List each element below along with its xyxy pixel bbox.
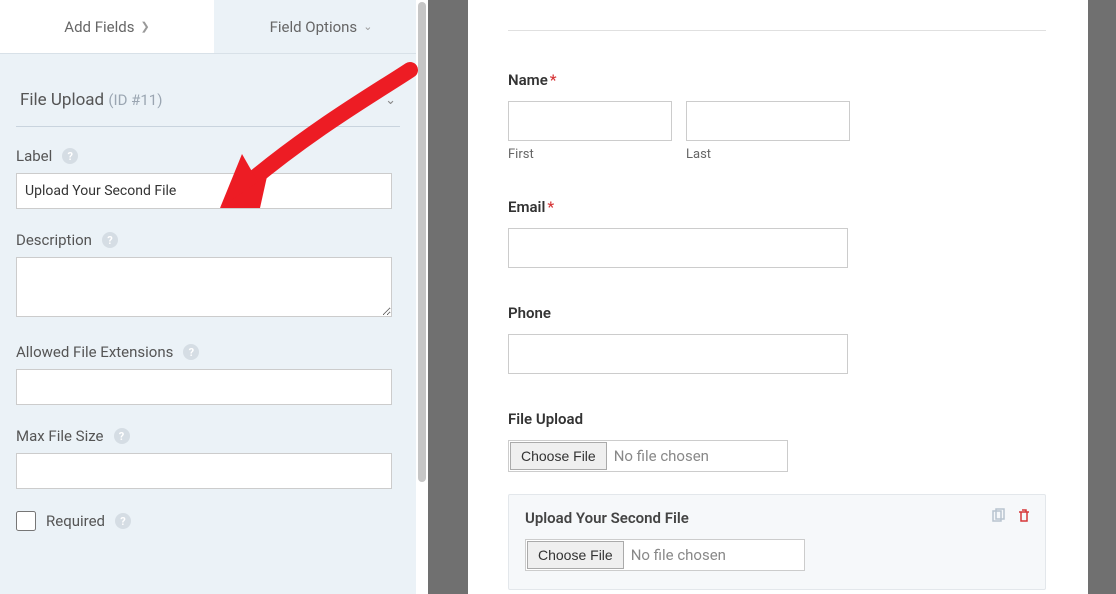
- name-label-text: Name: [508, 71, 548, 89]
- tab-add-fields-label: Add Fields: [64, 18, 134, 36]
- section-header[interactable]: File Upload (ID #11) ⌄: [16, 54, 400, 127]
- email-input[interactable]: [508, 228, 848, 268]
- field-name: Name* First Last: [508, 71, 1046, 162]
- help-icon[interactable]: ?: [183, 344, 199, 360]
- choose-file-button[interactable]: Choose File: [510, 442, 607, 470]
- first-sublabel: First: [508, 147, 672, 162]
- top-divider: [508, 30, 1046, 31]
- allowed-ext-label-text: Allowed File Extensions: [16, 343, 173, 361]
- section-title-text: File Upload: [20, 90, 104, 110]
- file2-label-text: Upload Your Second File: [525, 509, 689, 527]
- field-action-icons: [989, 507, 1033, 525]
- help-icon[interactable]: ?: [114, 428, 130, 444]
- max-size-label-text: Max File Size: [16, 427, 104, 445]
- duplicate-icon[interactable]: [989, 507, 1007, 525]
- trash-icon[interactable]: [1015, 507, 1033, 525]
- tab-add-fields[interactable]: Add Fields ❯: [0, 0, 214, 53]
- label-label: Label ?: [16, 147, 400, 165]
- required-label: Required: [46, 512, 105, 530]
- field-file2-selected[interactable]: Upload Your Second File Choose File No f…: [508, 494, 1046, 590]
- right-panel: Name* First Last Email*: [468, 0, 1116, 594]
- description-label: Description ?: [16, 231, 400, 249]
- chevron-down-icon: ⌄: [385, 93, 396, 108]
- chevron-right-icon: ❯: [140, 20, 149, 33]
- help-icon[interactable]: ?: [115, 513, 131, 529]
- help-icon[interactable]: ?: [102, 232, 118, 248]
- label-label-text: Label: [16, 147, 52, 165]
- last-name-input[interactable]: [686, 101, 850, 141]
- allowed-ext-input[interactable]: [16, 369, 392, 405]
- tab-field-options-label: Field Options: [270, 18, 358, 36]
- help-icon[interactable]: ?: [62, 148, 78, 164]
- name-label: Name*: [508, 71, 1046, 89]
- file2-input[interactable]: Choose File No file chosen: [525, 539, 805, 571]
- email-label-text: Email: [508, 198, 545, 216]
- description-textarea[interactable]: [16, 257, 392, 317]
- section-title: File Upload (ID #11): [20, 90, 162, 110]
- required-checkbox[interactable]: [16, 511, 36, 531]
- allowed-ext-label: Allowed File Extensions ?: [16, 343, 400, 361]
- tabs: Add Fields ❯ Field Options ⌄: [0, 0, 428, 54]
- last-sublabel: Last: [686, 147, 850, 162]
- required-asterisk: *: [547, 198, 554, 216]
- panel-body: File Upload (ID #11) ⌄ Label ? Descripti…: [0, 54, 416, 531]
- required-asterisk: *: [550, 71, 557, 89]
- file2-placeholder: No file chosen: [625, 546, 726, 564]
- left-scrollbar[interactable]: [416, 0, 428, 594]
- phone-label: Phone: [508, 304, 1046, 322]
- field-email: Email*: [508, 198, 1046, 268]
- left-panel: Add Fields ❯ Field Options ⌄ File Upload…: [0, 0, 428, 594]
- description-label-text: Description: [16, 231, 92, 249]
- tab-field-options[interactable]: Field Options ⌄: [214, 0, 428, 53]
- choose-file-button[interactable]: Choose File: [527, 541, 624, 569]
- preview-pane: Name* First Last Email*: [468, 0, 1088, 594]
- field-file1: File Upload Choose File No file chosen: [508, 410, 1046, 472]
- divider-gap: [428, 0, 468, 594]
- row-required: Required ?: [16, 511, 400, 531]
- section-id: (ID #11): [108, 91, 162, 109]
- file1-label-text: File Upload: [508, 410, 583, 428]
- first-name-input[interactable]: [508, 101, 672, 141]
- field-phone: Phone: [508, 304, 1046, 374]
- file1-label: File Upload: [508, 410, 1046, 428]
- email-label: Email*: [508, 198, 1046, 216]
- phone-input[interactable]: [508, 334, 848, 374]
- file2-label: Upload Your Second File: [525, 509, 1029, 527]
- row-description: Description ?: [16, 231, 400, 321]
- label-input[interactable]: [16, 173, 392, 209]
- max-size-input[interactable]: [16, 453, 392, 489]
- phone-label-text: Phone: [508, 304, 551, 322]
- row-max-size: Max File Size ?: [16, 427, 400, 489]
- scrollbar-thumb[interactable]: [418, 2, 426, 482]
- row-allowed-ext: Allowed File Extensions ?: [16, 343, 400, 405]
- file1-placeholder: No file chosen: [608, 447, 709, 465]
- file1-input[interactable]: Choose File No file chosen: [508, 440, 788, 472]
- row-label: Label ?: [16, 147, 400, 209]
- max-size-label: Max File Size ?: [16, 427, 400, 445]
- chevron-down-icon: ⌄: [363, 20, 372, 33]
